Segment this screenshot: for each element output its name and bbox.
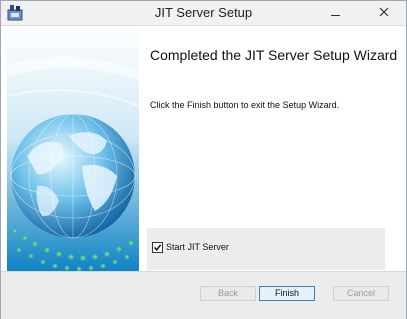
checkmark-icon (153, 244, 162, 251)
wizard-content: Completed the JIT Server Setup Wizard Cl… (1, 26, 406, 271)
minimize-icon[interactable] (321, 1, 350, 23)
start-server-label[interactable]: Start JIT Server (166, 242, 229, 252)
back-button[interactable]: Back (200, 286, 256, 301)
wizard-description: Click the Finish button to exit the Setu… (150, 100, 340, 110)
button-bar: Back Finish Cancel (1, 271, 406, 319)
cancel-button[interactable]: Cancel (333, 286, 389, 301)
start-server-checkbox[interactable] (152, 242, 163, 253)
close-icon[interactable] (363, 1, 405, 23)
wizard-heading: Completed the JIT Server Setup Wizard (150, 47, 398, 63)
setup-window: JIT Server Setup Completed the JIT Serve… (0, 0, 407, 319)
finish-button[interactable]: Finish (259, 286, 315, 301)
globe-graphic (7, 26, 139, 271)
options-panel: Start JIT Server (147, 228, 385, 270)
title-bar[interactable]: JIT Server Setup (1, 1, 406, 26)
